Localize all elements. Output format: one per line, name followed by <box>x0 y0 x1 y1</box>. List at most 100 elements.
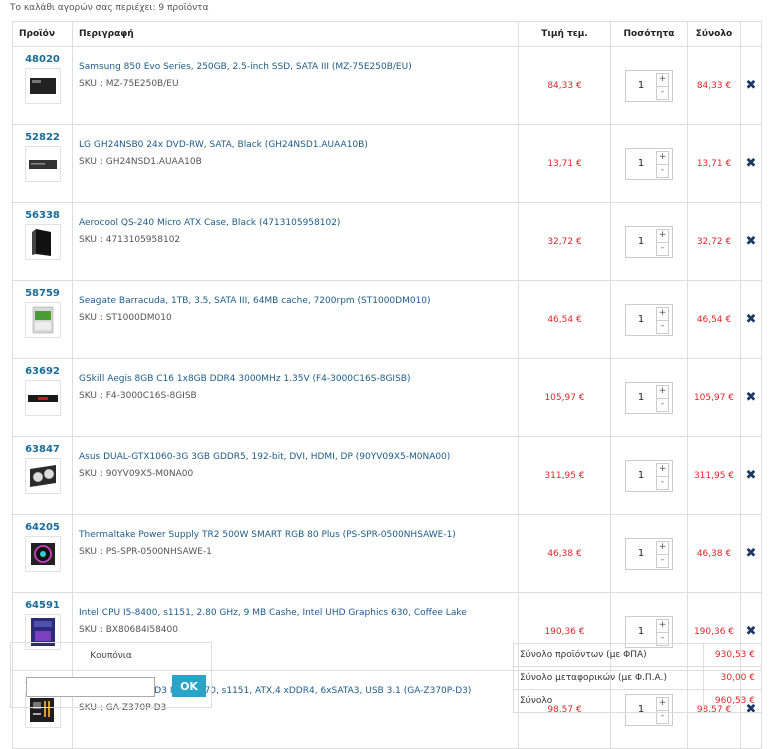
totals-value: 30,00 € <box>703 666 762 690</box>
description-cell: GSkill Aegis 8GB C16 1x8GB DDR4 3000MHz … <box>72 358 519 437</box>
quantity-value[interactable]: 1 <box>626 539 656 569</box>
totals-row-shipping: Σύνολο μεταφορικών (με Φ.Π.Α.) 30,00 € <box>513 666 762 690</box>
coupon-title: Κουπόνια <box>90 651 132 661</box>
quantity-value[interactable]: 1 <box>626 617 656 647</box>
quantity-value[interactable]: 1 <box>626 227 656 257</box>
quantity-decrease-button[interactable]: - <box>656 319 669 334</box>
coupon-input[interactable] <box>26 677 155 697</box>
quantity-decrease-button[interactable]: - <box>656 397 669 412</box>
quantity-decrease-button[interactable]: - <box>656 85 669 100</box>
quantity-value[interactable]: 1 <box>626 461 656 491</box>
quantity-decrease-button[interactable]: - <box>656 241 669 256</box>
product-name-link[interactable]: Aerocool QS-240 Micro ATX Case, Black (4… <box>79 217 510 230</box>
quantity-increase-button[interactable]: + <box>656 540 669 555</box>
cart-item-row: 52822 LG GH24NSB0 24x DVD-RW, SATA, Black… <box>12 124 762 203</box>
quantity-value[interactable]: 1 <box>626 383 656 413</box>
header-product: Προϊόν <box>12 21 73 47</box>
product-name-link[interactable]: Asus DUAL-GTX1060-3G 3GB GDDR5, 192-bit,… <box>79 451 510 464</box>
remove-cell: ✖ <box>740 514 762 593</box>
product-id-link[interactable]: 64591 <box>13 600 72 611</box>
product-sku: SKU : ST1000DM010 <box>79 313 172 323</box>
product-name-link[interactable]: Intel CPU I5-8400, s1151, 2.80 GHz, 9 MB… <box>79 607 510 620</box>
remove-item-icon[interactable]: ✖ <box>746 78 757 93</box>
remove-item-icon[interactable]: ✖ <box>746 546 757 561</box>
quantity-increase-button[interactable]: + <box>656 150 669 165</box>
quantity-decrease-button[interactable]: - <box>656 163 669 178</box>
product-id-link[interactable]: 63847 <box>13 444 72 455</box>
quantity-value[interactable]: 1 <box>626 149 656 179</box>
remove-item-icon[interactable]: ✖ <box>746 468 757 483</box>
product-cell: 48020 <box>12 46 73 125</box>
remove-item-icon[interactable]: ✖ <box>746 624 757 639</box>
quantity-decrease-button[interactable]: - <box>656 475 669 490</box>
remove-item-icon[interactable]: ✖ <box>746 156 757 171</box>
quantity-value[interactable]: 1 <box>626 71 656 101</box>
cart-table: Προϊόν Περιγραφή Τιμή τεμ. Ποσότητα Σύνο… <box>12 21 762 749</box>
remove-cell: ✖ <box>740 436 762 515</box>
product-name-link[interactable]: Seagate Barracuda, 1TB, 3.5, SATA III, 6… <box>79 295 510 308</box>
quantity-cell: 1 + - <box>610 358 688 437</box>
quantity-stepper[interactable]: 1 + - <box>625 303 673 336</box>
quantity-stepper[interactable]: 1 + - <box>625 69 673 102</box>
product-sku: SKU : PS-SPR-0500NHSAWE-1 <box>79 547 212 557</box>
hdd-icon[interactable] <box>24 302 61 338</box>
coupon-ok-button[interactable]: OK <box>172 675 206 697</box>
product-name-link[interactable]: GSkill Aegis 8GB C16 1x8GB DDR4 3000MHz … <box>79 373 510 386</box>
product-cell: 64205 <box>12 514 73 593</box>
quantity-stepper[interactable]: 1 + - <box>625 225 673 258</box>
product-cell: 58759 <box>12 280 73 359</box>
product-cell: 63847 <box>12 436 73 515</box>
unit-price: 46,54 € <box>518 280 611 359</box>
pc-case-icon[interactable] <box>24 224 61 260</box>
quantity-increase-button[interactable]: + <box>656 384 669 399</box>
quantity-stepper[interactable]: 1 + - <box>625 537 673 570</box>
quantity-value[interactable]: 1 <box>626 305 656 335</box>
dvd-drive-icon[interactable] <box>24 146 61 182</box>
totals-table: Σύνολο προϊόντων (με ΦΠΑ) 930,53 € Σύνολ… <box>513 643 762 713</box>
quantity-decrease-button[interactable]: - <box>656 553 669 568</box>
remove-item-icon[interactable]: ✖ <box>746 312 757 327</box>
quantity-cell: 1 + - <box>610 124 688 203</box>
quantity-cell: 1 + - <box>610 514 688 593</box>
ram-icon[interactable] <box>24 380 61 416</box>
line-total: 46,54 € <box>687 280 741 359</box>
product-cell: 52822 <box>12 124 73 203</box>
remove-item-icon[interactable]: ✖ <box>746 390 757 405</box>
product-sku: SKU : 90YV09X5-M0NA00 <box>79 469 194 479</box>
product-name-link[interactable]: LG GH24NSB0 24x DVD-RW, SATA, Black (GH2… <box>79 139 510 152</box>
product-id-link[interactable]: 63692 <box>13 366 72 377</box>
product-name-link[interactable]: Thermaltake Power Supply TR2 500W SMART … <box>79 529 510 542</box>
ssd-icon[interactable] <box>24 68 61 104</box>
unit-price: 84,33 € <box>518 46 611 125</box>
line-total: 105,97 € <box>687 358 741 437</box>
totals-value: 960,53 € <box>703 689 762 713</box>
description-cell: Seagate Barracuda, 1TB, 3.5, SATA III, 6… <box>72 280 519 359</box>
description-cell: Aerocool QS-240 Micro ATX Case, Black (4… <box>72 202 519 281</box>
quantity-cell: 1 + - <box>610 202 688 281</box>
totals-label: Σύνολο προϊόντων (με ΦΠΑ) <box>513 643 704 667</box>
product-id-link[interactable]: 52822 <box>13 132 72 143</box>
quantity-increase-button[interactable]: + <box>656 72 669 87</box>
cart-item-row: 58759 Seagate Barracuda, 1TB, 3.5, SATA I… <box>12 280 762 359</box>
product-id-link[interactable]: 56338 <box>13 210 72 221</box>
quantity-stepper[interactable]: 1 + - <box>625 381 673 414</box>
remove-cell: ✖ <box>740 202 762 281</box>
product-id-link[interactable]: 64205 <box>13 522 72 533</box>
quantity-increase-button[interactable]: + <box>656 306 669 321</box>
cart-item-row: 56338 Aerocool QS-240 Micro ATX Case, Bla… <box>12 202 762 281</box>
header-description: Περιγραφή <box>72 21 519 47</box>
quantity-stepper[interactable]: 1 + - <box>625 459 673 492</box>
quantity-increase-button[interactable]: + <box>656 462 669 477</box>
product-id-link[interactable]: 58759 <box>13 288 72 299</box>
remove-item-icon[interactable]: ✖ <box>746 234 757 249</box>
product-name-link[interactable]: Samsung 850 Evo Series, 250GB, 2.5-inch … <box>79 61 510 74</box>
gpu-icon[interactable] <box>24 458 61 494</box>
totals-label: Σύνολο <box>513 689 704 713</box>
quantity-stepper[interactable]: 1 + - <box>625 147 673 180</box>
quantity-increase-button[interactable]: + <box>656 228 669 243</box>
psu-icon[interactable] <box>24 536 61 572</box>
quantity-increase-button[interactable]: + <box>656 618 669 633</box>
product-id-link[interactable]: 48020 <box>13 54 72 65</box>
product-sku: SKU : 4713105958102 <box>79 235 181 245</box>
totals-label: Σύνολο μεταφορικών (με Φ.Π.Α.) <box>513 666 704 690</box>
